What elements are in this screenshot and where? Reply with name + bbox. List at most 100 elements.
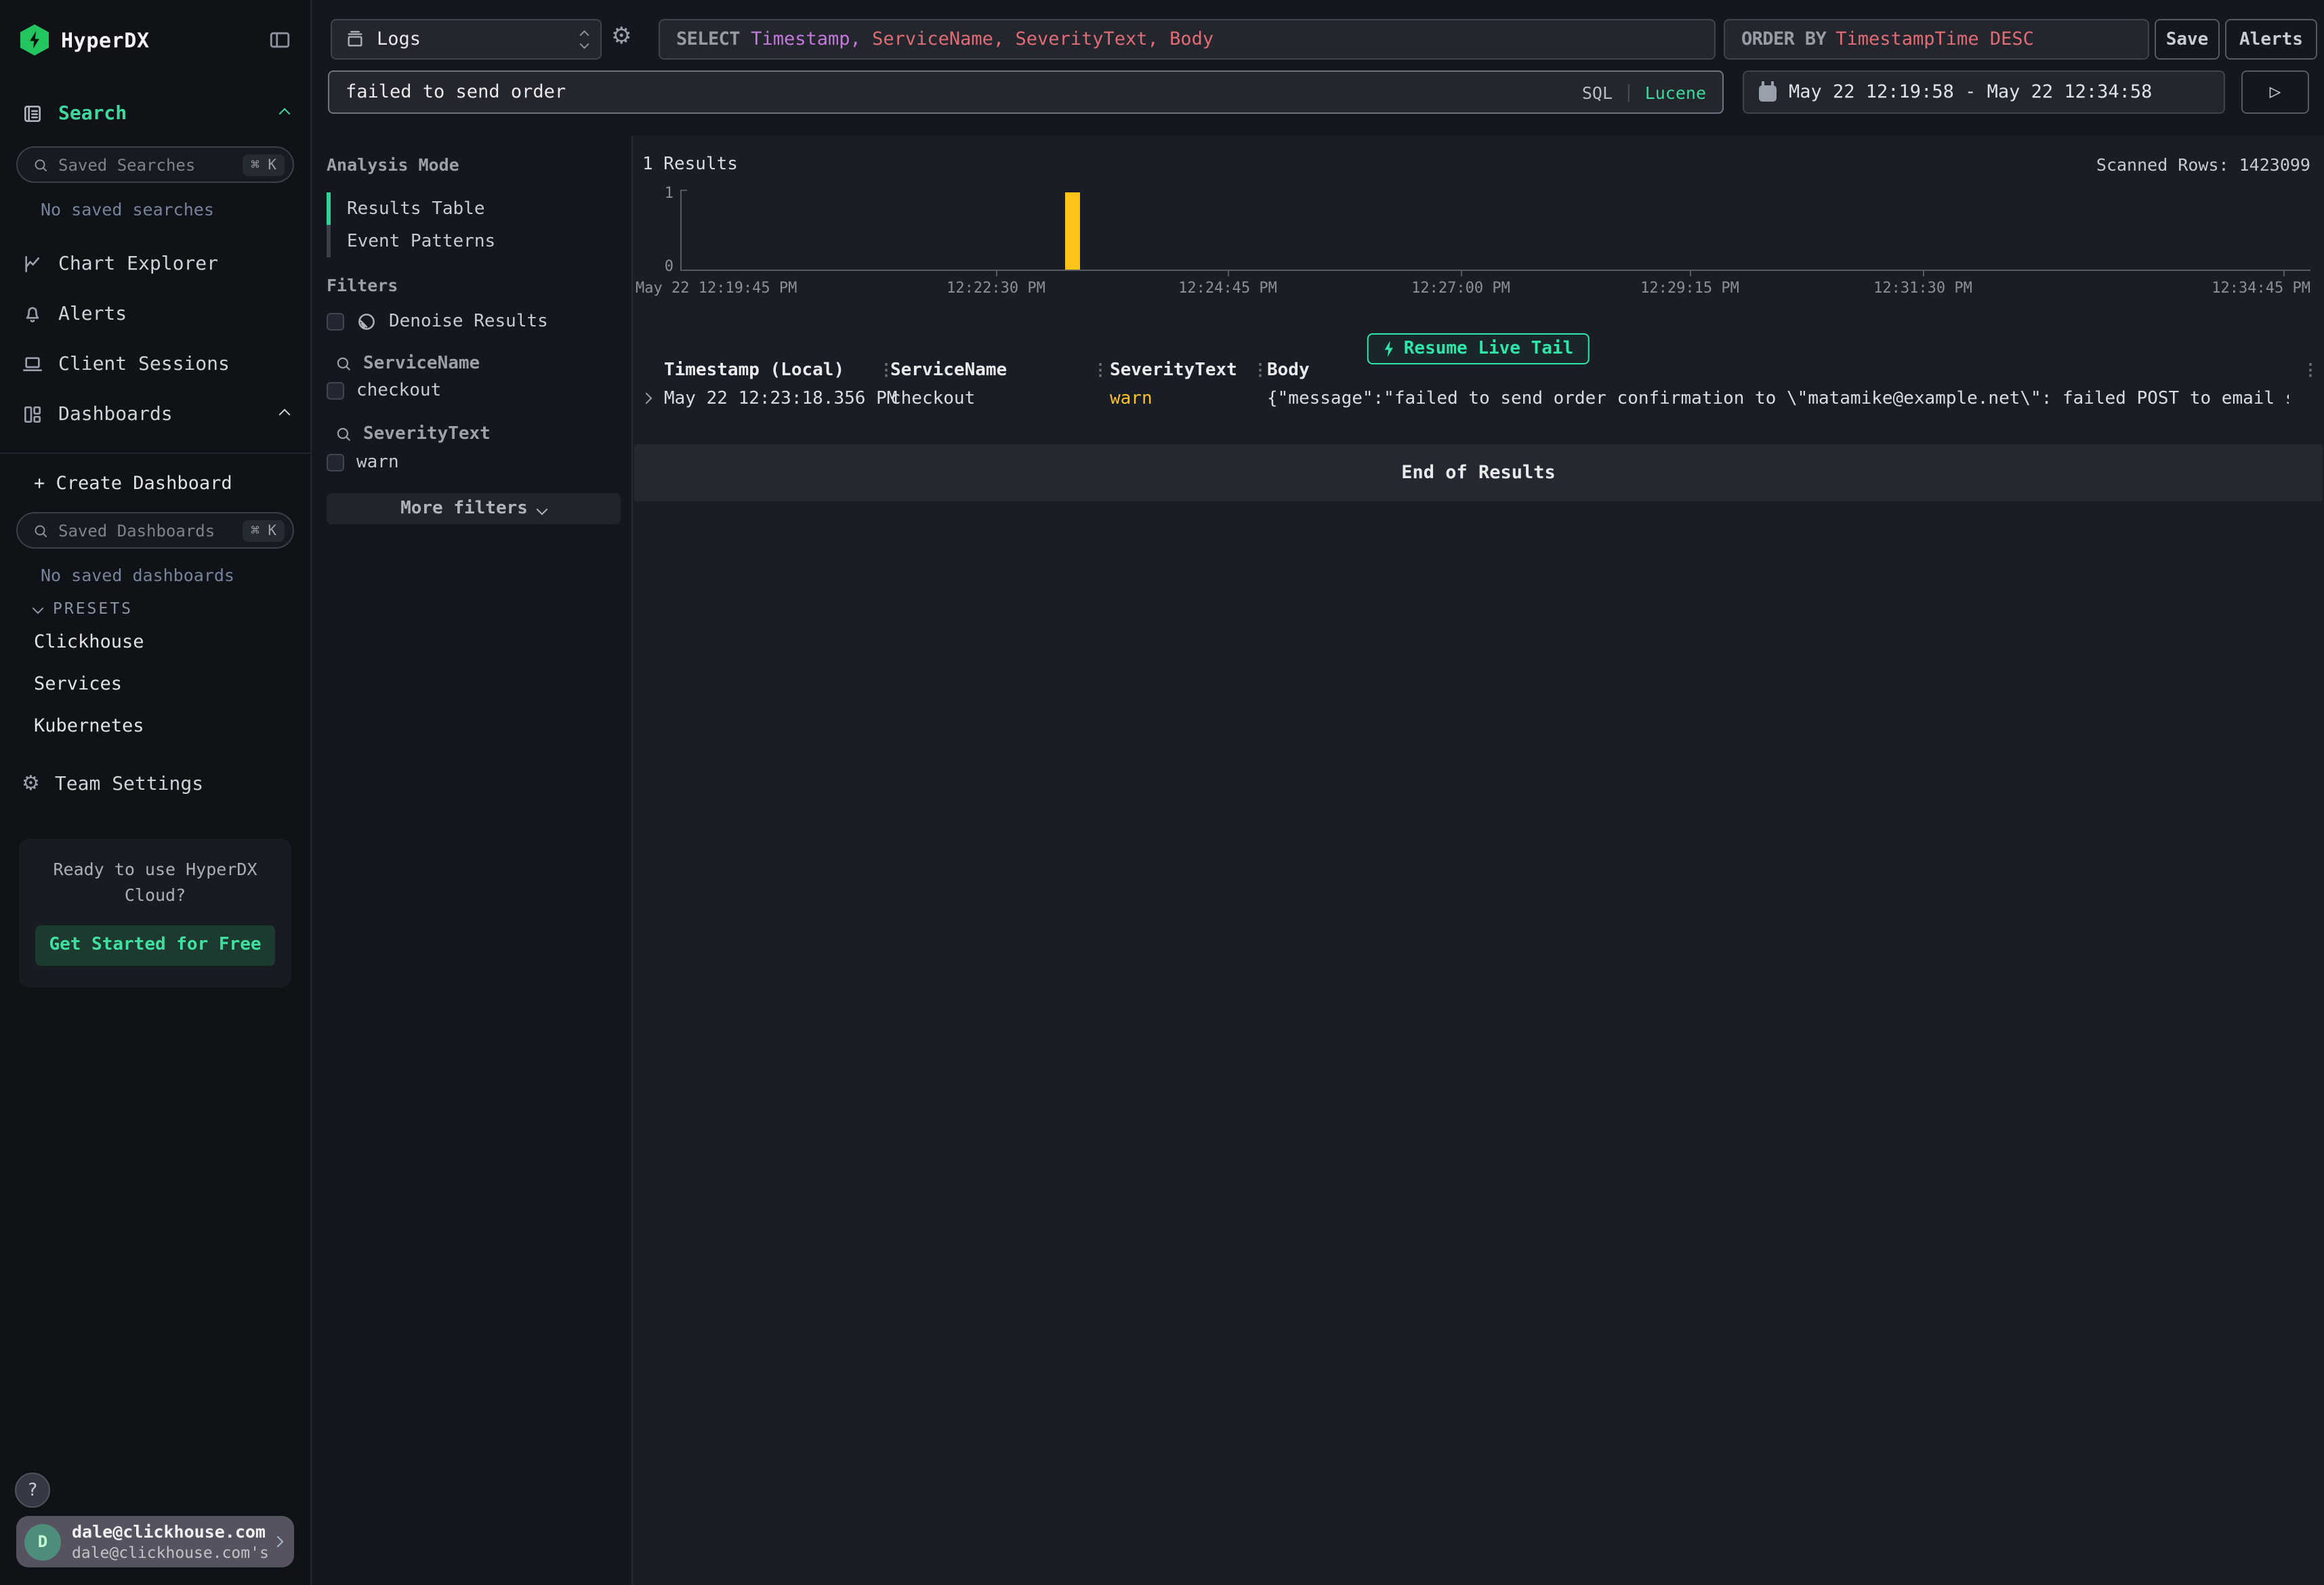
lucene-mode-toggle[interactable]: Lucene [1645, 82, 1706, 102]
create-dashboard-button[interactable]: + Create Dashboard [0, 462, 310, 504]
histogram-bar[interactable] [1065, 192, 1080, 270]
laptop-icon [22, 353, 43, 375]
more-filters-button[interactable]: More filters [327, 493, 621, 524]
query-settings-gear-icon[interactable]: ⚙ [611, 26, 632, 49]
cell-service: checkout [890, 389, 975, 409]
presets-toggle[interactable]: PRESETS [0, 585, 310, 620]
no-saved-dashboards-note: No saved dashboards [0, 549, 310, 585]
select-field-servicename: ServiceName, [872, 28, 1004, 50]
mode-label: Event Patterns [347, 231, 495, 251]
preset-kubernetes[interactable]: Kubernetes [0, 704, 310, 746]
user-email: dale@clickhouse.com [72, 1521, 263, 1542]
col-body[interactable]: Body [1267, 360, 1310, 381]
preset-services[interactable]: Services [0, 662, 310, 704]
denoise-results-checkbox[interactable]: Denoise Results [327, 312, 548, 332]
denoise-label: Denoise Results [389, 312, 548, 332]
preset-label: Clickhouse [34, 631, 144, 652]
select-keyword: SELECT [676, 28, 740, 50]
search-icon[interactable] [335, 425, 352, 443]
logs-source-icon [346, 30, 365, 49]
sidebar-item-chart-explorer[interactable]: Chart Explorer [0, 238, 310, 289]
gear-icon: ⚙ [22, 774, 40, 794]
order-by-input[interactable]: ORDER BY TimestampTime DESC [1724, 19, 2149, 60]
alerts-button[interactable]: Alerts [2225, 19, 2317, 60]
sidebar-item-label: Alerts [58, 303, 289, 324]
get-started-button[interactable]: Get Started for Free [35, 925, 275, 965]
filter-group-label: ServiceName [363, 354, 480, 374]
table-row[interactable]: May 22 12:23:18.356 PM checkout warn {"m… [633, 389, 2324, 412]
promo-text: Ready to use HyperDX Cloud? [35, 858, 275, 908]
checkbox[interactable] [327, 313, 344, 331]
chevron-right-icon [272, 1536, 284, 1548]
time-range-value: May 22 12:19:58 - May 22 12:34:58 [1789, 81, 2152, 103]
help-button[interactable]: ? [15, 1473, 50, 1508]
col-servicename[interactable]: ServiceName [890, 360, 1007, 381]
shortcut-badge: ⌘ K [243, 520, 285, 541]
sidebar-item-team-settings[interactable]: ⚙ Team Settings [0, 759, 310, 809]
save-button[interactable]: Save [2155, 19, 2220, 60]
col-timestamp[interactable]: Timestamp (Local) [664, 360, 844, 381]
analysis-mode-list: Results Table Event Patterns [327, 192, 617, 257]
user-menu[interactable]: D dale@clickhouse.com dale@clickhouse.co… [16, 1516, 294, 1567]
create-dashboard-label: + Create Dashboard [34, 472, 232, 494]
saved-dashboards-input[interactable]: ⌘ K [16, 512, 294, 549]
chevron-down-icon [537, 503, 548, 515]
source-select[interactable]: Logs [331, 19, 602, 60]
saved-dashboards-field[interactable] [58, 521, 233, 540]
y-tick-0: 0 [641, 257, 673, 275]
source-select-value: Logs [377, 28, 568, 50]
mode-event-patterns[interactable]: Event Patterns [327, 225, 617, 257]
collapse-sidebar-icon[interactable] [268, 28, 291, 51]
time-range-picker[interactable]: May 22 12:19:58 - May 22 12:34:58 [1743, 70, 2225, 114]
sidebar-item-label: Dashboards [58, 403, 266, 425]
select-field-severitytext: SeverityText, [1015, 28, 1158, 50]
y-tick-1: 1 [641, 184, 673, 202]
saved-searches-field[interactable] [58, 155, 233, 174]
sidebar-item-alerts[interactable]: Alerts [0, 289, 310, 339]
search-query-input[interactable] [346, 81, 1571, 103]
user-org: dale@clickhouse.com's [72, 1542, 263, 1562]
x-label: 12:22:30 PM [947, 279, 1045, 297]
x-label: 12:24:45 PM [1178, 279, 1277, 297]
x-label: 12:34:45 PM [2212, 279, 2310, 297]
search-query-box[interactable]: SQL | Lucene [328, 70, 1724, 114]
mode-results-table[interactable]: Results Table [327, 192, 617, 225]
sql-mode-toggle[interactable]: SQL [1582, 82, 1613, 102]
sidebar-item-search[interactable]: Search [0, 88, 310, 138]
filter-option-checkout[interactable]: checkout [327, 381, 441, 401]
saved-searches-input[interactable]: ⌘ K [16, 146, 294, 183]
resume-live-tail-label: Resume Live Tail [1404, 339, 1573, 359]
x-tick-mark [1461, 271, 1462, 276]
brand-title: HyperDX [61, 28, 256, 52]
bell-icon [22, 303, 43, 324]
analysis-mode-header: Analysis Mode [327, 154, 459, 175]
sidebar-item-label: Team Settings [55, 773, 289, 795]
checkbox[interactable] [327, 454, 344, 471]
x-label: May 22 12:19:45 PM [636, 279, 797, 297]
search-icon [33, 522, 49, 538]
content: Analysis Mode Results Table Event Patter… [312, 135, 2324, 1585]
preset-clickhouse[interactable]: Clickhouse [0, 620, 310, 662]
filter-panel: Analysis Mode Results Table Event Patter… [312, 135, 633, 1585]
filter-group-severitytext: SeverityText [335, 424, 491, 444]
filter-option-warn[interactable]: warn [327, 452, 399, 473]
run-query-button[interactable]: ▷ [2241, 70, 2309, 114]
kebab-icon[interactable]: ⋮ [2302, 360, 2319, 379]
x-tick-mark [1228, 271, 1229, 276]
expand-row-icon[interactable] [641, 393, 652, 404]
search-icon[interactable] [335, 355, 352, 373]
x-tick-mark [996, 271, 997, 276]
results-area: 1 Results Scanned Rows: 1423099 1 0 May [633, 135, 2324, 1585]
x-label: 12:27:00 PM [1411, 279, 1510, 297]
kebab-icon[interactable]: ⋮ [1252, 360, 1268, 379]
sidebar: HyperDX Search ⌘ K No saved searches Ch [0, 0, 312, 1585]
checkbox[interactable] [327, 382, 344, 400]
cell-severity: warn [1110, 389, 1153, 409]
sidebar-item-dashboards[interactable]: Dashboards [0, 389, 310, 439]
sidebar-item-client-sessions[interactable]: Client Sessions [0, 339, 310, 389]
kebab-icon[interactable]: ⋮ [1092, 360, 1108, 379]
col-severitytext[interactable]: SeverityText [1110, 360, 1237, 381]
divider [0, 452, 310, 454]
filter-group-label: SeverityText [363, 424, 491, 444]
select-clause-input[interactable]: SELECT Timestamp, ServiceName, SeverityT… [659, 19, 1716, 60]
